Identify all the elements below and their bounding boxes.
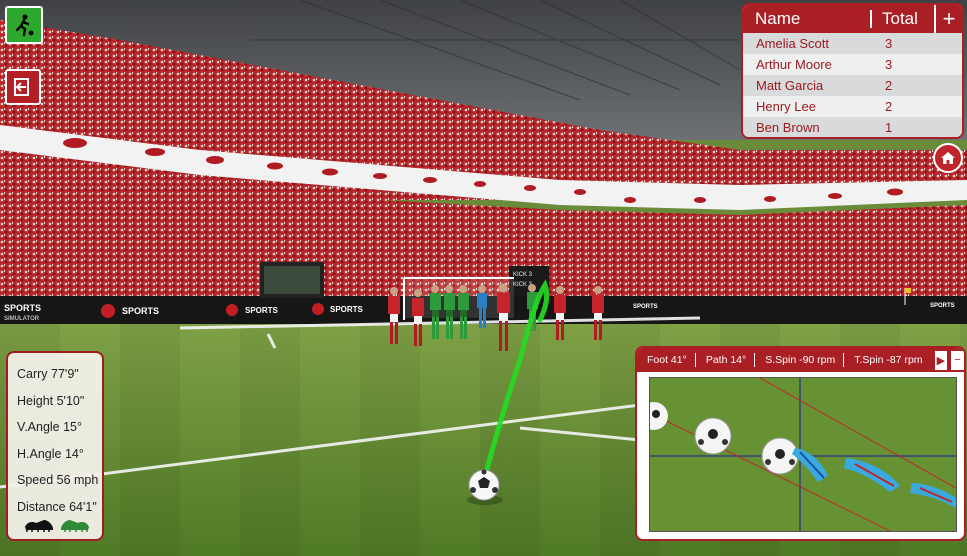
ball-frame	[694, 417, 732, 455]
leaderboard-row[interactable]: Matt Garcia 2	[743, 75, 962, 96]
tracking-metrics-bar: Foot 41° Path 14° S.Spin -90 rpm T.Spin …	[637, 348, 964, 372]
leaderboard-header: Name Total +	[743, 5, 962, 33]
stat-height: Height 5'10"	[17, 393, 85, 408]
board-brand-6: SPORTS	[930, 303, 955, 309]
player-total: 2	[885, 99, 893, 114]
leaderboard-row[interactable]: Amelia Scott 3	[743, 33, 962, 54]
board-brand-5: SPORTS	[633, 304, 658, 310]
player-name: Ben Brown	[756, 120, 820, 135]
board-brand-2: SPORTS	[122, 306, 159, 316]
board-brand-4: SPORTS	[330, 305, 364, 314]
stat-distance: Distance 64'1"	[17, 499, 97, 514]
kicking-player-icon	[15, 14, 34, 37]
leaderboard-row[interactable]: Ben Brown 1	[743, 117, 962, 137]
metric-side-spin: S.Spin -90 rpm	[755, 353, 845, 367]
home-button[interactable]	[933, 143, 963, 173]
player-total: 3	[885, 36, 893, 51]
play-button[interactable]: ▶	[934, 350, 948, 370]
metric-foot: Foot 41°	[637, 353, 696, 367]
player-name: Arthur Moore	[756, 57, 832, 72]
impact-view	[649, 377, 957, 532]
scoreboard-line-1: KICK 3	[513, 272, 533, 278]
black-boot-icon[interactable]	[24, 518, 54, 532]
board-brand-1: SPORTS	[4, 303, 41, 313]
stat-v-angle: V.Angle 15°	[17, 420, 83, 434]
add-player-button[interactable]: +	[934, 5, 962, 33]
player-name: Henry Lee	[756, 99, 816, 114]
exit-button[interactable]	[5, 69, 41, 105]
ball-tracking-panel: Foot 41° Path 14° S.Spin -90 rpm T.Spin …	[635, 346, 966, 541]
player-name: Amelia Scott	[756, 36, 829, 51]
header-name: Name	[755, 9, 801, 28]
exit-icon	[14, 78, 29, 96]
leaderboard-panel: Name Total + Amelia Scott 3 Arthur Moore 3…	[741, 3, 964, 139]
stat-h-angle: H.Angle 14°	[17, 446, 84, 461]
leaderboard-row[interactable]: Arthur Moore 3	[743, 54, 962, 75]
board-brand-1-sub: SIMULATOR	[4, 316, 40, 322]
player-total: 2	[885, 78, 893, 93]
metric-path: Path 14°	[696, 353, 756, 367]
ball-frame	[761, 437, 799, 475]
kick-mode-button[interactable]	[5, 6, 43, 44]
metric-top-spin: T.Spin -87 rpm	[854, 354, 923, 366]
player-total: 3	[885, 57, 893, 72]
stat-speed: Speed 56 mph	[17, 473, 99, 487]
green-boot-icon[interactable]	[60, 518, 90, 532]
board-brand-3: SPORTS	[245, 306, 279, 315]
home-icon	[941, 152, 955, 164]
collapse-button[interactable]: −	[951, 350, 964, 370]
player-name: Matt Garcia	[756, 78, 824, 93]
stat-carry: Carry 77'9"	[17, 367, 79, 381]
shot-stats-panel: Carry 77'9" Height 5'10" V.Angle 15° H.A…	[6, 351, 104, 541]
leaderboard-row[interactable]: Henry Lee 2	[743, 96, 962, 117]
player-total: 1	[885, 120, 893, 135]
